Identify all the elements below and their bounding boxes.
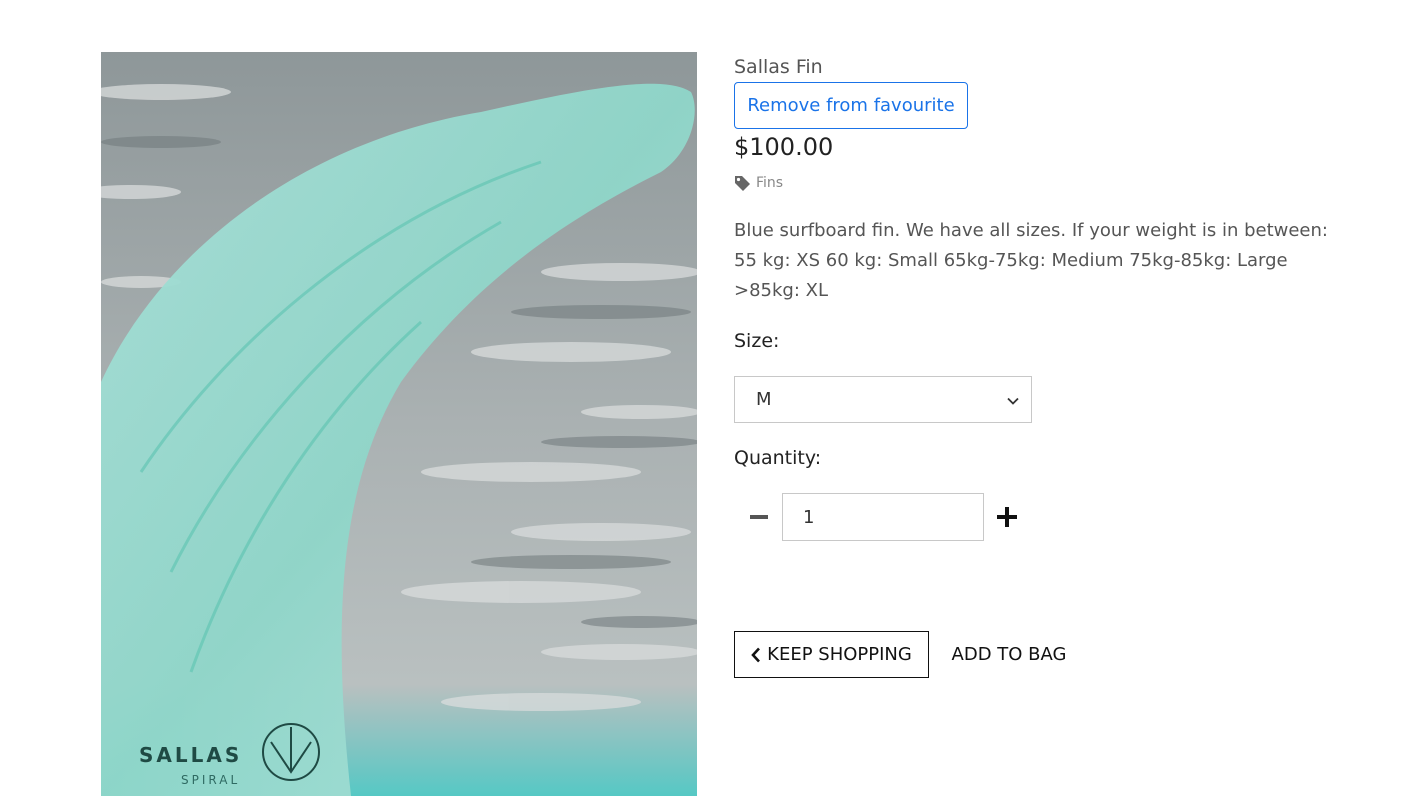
fin-photo: SALLAS SPIRAL [101,52,697,796]
product-name: Sallas Fin [734,56,823,78]
increment-quantity-button[interactable] [990,493,1024,540]
product-description: Blue surfboard fin. We have all sizes. I… [734,220,1328,301]
minus-icon [750,514,768,519]
product-price: $100.00 [734,133,834,161]
category-label: Fins [756,175,784,191]
tag-icon [734,175,751,191]
decrement-quantity-button[interactable] [742,493,776,540]
product-image: SALLAS SPIRAL [101,52,697,796]
svg-text:SPIRAL: SPIRAL [181,773,240,787]
quantity-label: Quantity: [734,447,822,469]
add-to-bag-button[interactable]: ADD TO BAG [939,631,1079,678]
keep-shopping-button[interactable]: KEEP SHOPPING [734,631,929,678]
keep-shopping-label: KEEP SHOPPING [767,644,912,665]
quantity-input[interactable] [782,493,984,541]
chevron-down-icon [1007,389,1019,410]
product-detail-page: SALLAS SPIRAL Sallas Fin Remove from fav… [0,0,1415,796]
chevron-left-icon [751,647,761,662]
remove-from-favourite-button[interactable]: Remove from favourite [734,82,968,129]
size-label: Size: [734,330,780,352]
product-category[interactable]: Fins [734,175,783,191]
size-selected-value: M [756,389,772,410]
svg-text:SALLAS: SALLAS [139,743,242,767]
size-select[interactable]: M [734,376,1032,423]
plus-icon [997,506,1017,527]
